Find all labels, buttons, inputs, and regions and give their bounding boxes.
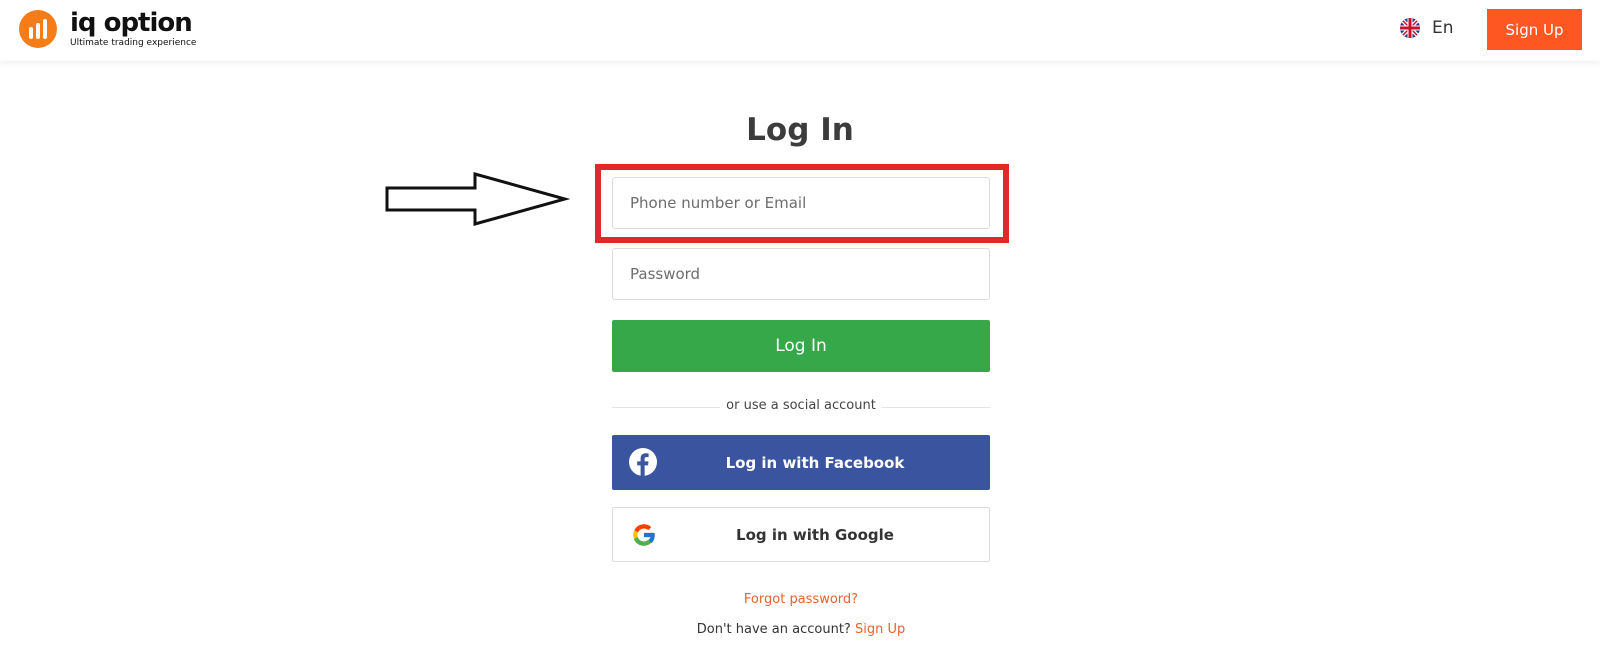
uk-flag-icon [1400, 18, 1420, 38]
language-label: En [1432, 18, 1454, 38]
header-signup-button[interactable]: Sign Up [1487, 9, 1582, 50]
email-input[interactable] [612, 177, 990, 229]
no-account-row: Don't have an account? Sign Up [600, 622, 1002, 637]
divider-line-right [882, 407, 990, 408]
logo-bars-icon [19, 10, 57, 48]
logo-name: iq option [70, 8, 193, 38]
google-icon [633, 524, 656, 546]
no-account-text: Don't have an account? [696, 622, 851, 637]
logo-text: iq option Ultimate trading experience [70, 9, 196, 49]
logo-tagline: Ultimate trading experience [70, 38, 197, 48]
facebook-login-label: Log in with Facebook [725, 453, 905, 472]
facebook-icon [629, 448, 657, 476]
language-selector[interactable]: En [1400, 18, 1454, 38]
social-divider: or use a social account [612, 397, 990, 417]
facebook-login-button[interactable]: Log in with Facebook [612, 435, 990, 490]
password-input[interactable] [612, 248, 990, 300]
arrow-right-icon [385, 172, 570, 226]
google-login-label: Log in with Google [736, 525, 894, 544]
footer-signup-link[interactable]: Sign Up [855, 622, 905, 637]
login-button[interactable]: Log In [612, 320, 990, 372]
top-header: iq option Ultimate trading experience En… [0, 0, 1600, 61]
google-login-button[interactable]: Log in with Google [612, 507, 990, 562]
divider-text: or use a social account [726, 398, 876, 413]
forgot-password-link[interactable]: Forgot password? [600, 592, 1002, 607]
page-title: Log In [746, 112, 854, 148]
brand-logo[interactable]: iq option Ultimate trading experience [19, 9, 196, 53]
